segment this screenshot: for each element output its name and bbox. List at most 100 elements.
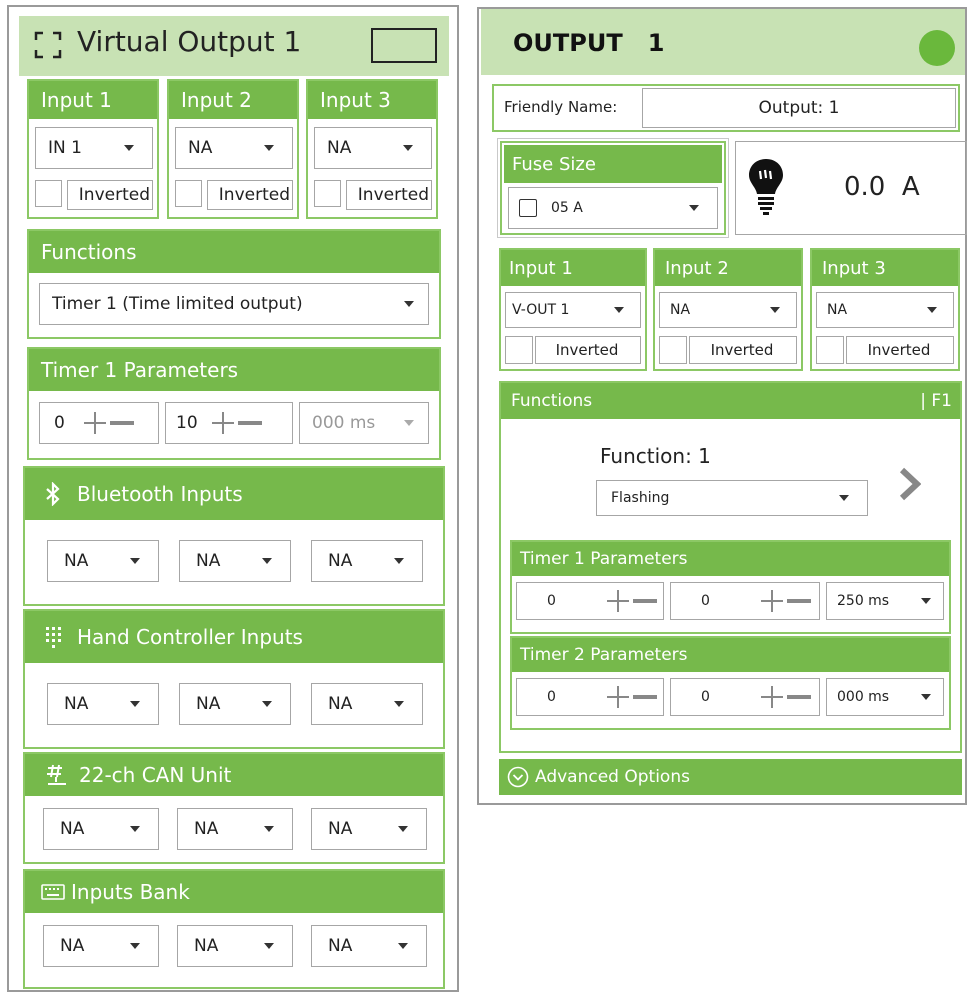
plus-icon[interactable] [607,686,629,708]
fuse-size-select[interactable]: 05 A [508,187,718,229]
can-unit-section: 22-ch CAN Unit NA NA NA [23,752,445,864]
input-3-select[interactable]: NA [314,127,432,169]
input-2-inverted-checkbox[interactable] [175,180,202,207]
advanced-options-button[interactable]: Advanced Options [499,759,962,795]
input-group-2: Input 2 NA Inverted [167,79,299,219]
output-timer1-a-stepper[interactable]: 0 [516,582,664,620]
output-timer2-a-stepper[interactable]: 0 [516,678,664,716]
plus-icon[interactable] [84,412,106,434]
minus-icon[interactable] [238,412,262,434]
output-input-2-header: Input 2 [655,250,801,286]
minus-icon[interactable] [110,412,134,434]
input-2-header: Input 2 [169,81,297,119]
inputs-bank-select-1[interactable]: NA [43,925,159,967]
output-timer2-b-stepper[interactable]: 0 [670,678,820,716]
output-timer2-header: Timer 2 Parameters [512,638,949,672]
output-input-2-inverted-label: Inverted [689,336,797,364]
color-swatch-button[interactable] [371,28,437,63]
output-input-2-inverted-checkbox[interactable] [659,336,687,364]
hand-controller-select-2[interactable]: NA [179,683,291,725]
functions-tag: | F1 [920,391,952,411]
friendly-name-label: Friendly Name: [504,98,618,116]
bluetooth-select-3[interactable]: NA [311,540,423,582]
friendly-name-row: Friendly Name: Output: 1 [492,84,960,132]
can-unit-select-2[interactable]: NA [177,808,293,850]
inputs-bank-header: Inputs Bank [25,871,443,913]
input-3-inverted-label: Inverted [346,180,432,210]
minus-icon[interactable] [633,686,657,708]
input-group-1: Input 1 IN 1 Inverted [27,79,159,219]
current-value: 0.0 A [844,172,920,202]
output-timer2-unit-select[interactable]: 000 ms [826,678,944,716]
fuse-checkbox[interactable] [519,199,537,217]
functions-section: Functions Timer 1 (Time limited output) [27,229,441,339]
function-select[interactable]: Timer 1 (Time limited output) [39,283,429,325]
timer1-section: Timer 1 Parameters 0 10 000 ms [27,347,441,460]
chevron-down-circle-icon [507,766,529,788]
fuse-size-header: Fuse Size [504,145,722,183]
minus-icon[interactable] [633,590,657,612]
hand-controller-section: Hand Controller Inputs NA NA NA [23,609,445,749]
input-1-header: Input 1 [29,81,157,119]
timer1-unit-select[interactable]: 000 ms [299,402,429,444]
input-2-inverted-label: Inverted [207,180,293,210]
plus-icon[interactable] [212,412,234,434]
timer1-value-b-stepper[interactable]: 10 [165,402,293,444]
output-input-3-header: Input 3 [812,250,958,286]
output-input-1-inverted-checkbox[interactable] [505,336,533,364]
input-1-inverted-label: Inverted [67,180,153,210]
keyboard-icon [41,884,65,900]
output-input-group-1: Input 1 V-OUT 1 Inverted [499,248,647,371]
output-input-3-inverted-label: Inverted [846,336,954,364]
status-indicator [919,30,955,66]
output-timer1-b-stepper[interactable]: 0 [670,582,820,620]
chevron-right-icon[interactable] [899,467,921,501]
functions-header: Functions [29,231,439,273]
input-group-3: Input 3 NA Inverted [306,79,438,219]
hand-controller-select-1[interactable]: NA [47,683,159,725]
keypad-icon [46,627,61,648]
bluetooth-section: Bluetooth Inputs NA NA NA [23,466,445,606]
minus-icon[interactable] [787,590,811,612]
virtual-output-title: Virtual Output 1 [77,25,302,58]
output-input-3-inverted-checkbox[interactable] [816,336,844,364]
can-unit-select-3[interactable]: NA [311,808,427,850]
output-timer1-unit-select[interactable]: 250 ms [826,582,944,620]
virtual-output-panel: Virtual Output 1 Input 1 IN 1 Inverted I… [7,5,459,992]
output-panel: OUTPUT 1 Friendly Name: Output: 1 Fuse S… [477,7,967,805]
hand-controller-select-3[interactable]: NA [311,683,423,725]
output-input-group-2: Input 2 NA Inverted [653,248,803,371]
bluetooth-header: Bluetooth Inputs [25,468,443,520]
inputs-bank-select-2[interactable]: NA [177,925,293,967]
output-input-1-inverted-label: Inverted [535,336,641,364]
current-reading-box: 0.0 A [735,141,967,235]
inputs-bank-select-3[interactable]: NA [311,925,427,967]
can-unit-select-1[interactable]: NA [43,808,159,850]
function-title: Function: 1 [600,444,711,468]
plus-icon[interactable] [761,590,783,612]
plus-icon[interactable] [761,686,783,708]
minus-icon[interactable] [787,686,811,708]
output-input-1-select[interactable]: V-OUT 1 [505,292,641,328]
inputs-bank-section: Inputs Bank NA NA NA [23,869,445,989]
can-unit-header: 22-ch CAN Unit [25,754,443,796]
input-3-inverted-checkbox[interactable] [314,180,341,207]
bluetooth-select-2[interactable]: NA [179,540,291,582]
function-type-select[interactable]: Flashing [596,480,868,516]
output-input-1-header: Input 1 [501,250,645,286]
output-timer1-header: Timer 1 Parameters [512,542,949,576]
output-functions-header: Functions | F1 [501,383,960,419]
plus-icon[interactable] [607,590,629,612]
output-input-3-select[interactable]: NA [816,292,954,328]
timer1-header: Timer 1 Parameters [29,349,439,391]
input-1-inverted-checkbox[interactable] [35,180,62,207]
bluetooth-select-1[interactable]: NA [47,540,159,582]
timer1-value-a-stepper[interactable]: 0 [39,402,159,444]
input-2-select[interactable]: NA [175,127,293,169]
network-icon [47,764,66,785]
output-input-2-select[interactable]: NA [659,292,797,328]
output-timer2-section: Timer 2 Parameters 0 0 000 ms [510,636,951,730]
friendly-name-input[interactable]: Output: 1 [642,88,956,128]
output-timer1-section: Timer 1 Parameters 0 0 250 ms [510,540,951,634]
input-1-select[interactable]: IN 1 [35,127,153,169]
